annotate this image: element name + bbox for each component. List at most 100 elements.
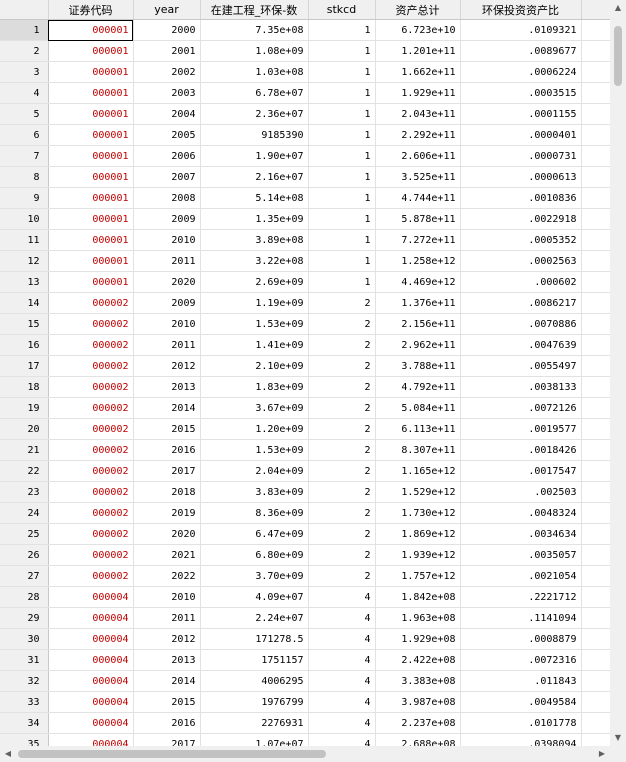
column-header-stkcd[interactable]: stkcd (308, 0, 376, 20)
cell-year[interactable]: 2011 (133, 334, 201, 356)
cell-construction[interactable]: 2276931 (200, 712, 309, 734)
row-number[interactable]: 26 (0, 544, 49, 566)
row-number[interactable]: 16 (0, 334, 49, 356)
row-number[interactable]: 32 (0, 670, 49, 692)
cell-stkcd[interactable]: 2 (308, 418, 376, 440)
cell-ratio[interactable]: .2221712 (460, 586, 582, 608)
cell-construction[interactable]: 6.47e+09 (200, 523, 309, 545)
cell-construction[interactable]: 2.24e+07 (200, 607, 309, 629)
cell-stkcd[interactable]: 4 (308, 691, 376, 713)
cell-ratio[interactable]: .0019577 (460, 418, 582, 440)
cell-stkcd[interactable]: 4 (308, 628, 376, 650)
cell-stkcd[interactable]: 1 (308, 40, 376, 62)
cell-year[interactable]: 2006 (133, 145, 201, 167)
cell-year[interactable]: 2021 (133, 544, 201, 566)
cell-code[interactable]: 000002 (48, 376, 134, 398)
cell-ratio[interactable]: .0047639 (460, 334, 582, 356)
cell-extra[interactable] (581, 565, 610, 587)
cell-total-assets[interactable]: 7.272e+11 (375, 229, 461, 251)
cell-year[interactable]: 2005 (133, 124, 201, 146)
column-header-total-assets[interactable]: 资产总计 (375, 0, 461, 20)
cell-ratio[interactable]: .0010836 (460, 187, 582, 209)
cell-year[interactable]: 2007 (133, 166, 201, 188)
cell-extra[interactable] (581, 334, 610, 356)
cell-stkcd[interactable]: 4 (308, 670, 376, 692)
table-row[interactable]: 4 000001 2003 6.78e+07 1 1.929e+11.0003515 (0, 82, 610, 104)
cell-ratio[interactable]: .0021054 (460, 565, 582, 587)
cell-code[interactable]: 000001 (48, 61, 134, 83)
cell-extra[interactable] (581, 40, 610, 62)
cell-year[interactable]: 2001 (133, 40, 201, 62)
cell-code[interactable]: 000001 (48, 40, 134, 62)
cell-code[interactable]: 000001 (48, 250, 134, 272)
table-row[interactable]: 29 000004 2011 2.24e+07 4 1.963e+08.1141094 (0, 607, 610, 629)
cell-total-assets[interactable]: 1.165e+12 (375, 460, 461, 482)
cell-ratio[interactable]: .0002563 (460, 250, 582, 272)
table-row[interactable]: 32 000004 2014 4006295 4 3.383e+08.011843 (0, 670, 610, 692)
cell-ratio[interactable]: .011843 (460, 670, 582, 692)
cell-extra[interactable] (581, 124, 610, 146)
cell-code[interactable]: 000004 (48, 628, 134, 650)
cell-year[interactable]: 2015 (133, 418, 201, 440)
table-row[interactable]: 8 000001 2007 2.16e+07 1 3.525e+11.0000613 (0, 166, 610, 188)
cell-extra[interactable] (581, 460, 610, 482)
cell-ratio[interactable]: .0070886 (460, 313, 582, 335)
cell-code[interactable]: 000002 (48, 418, 134, 440)
table-row[interactable]: 9 000001 2008 5.14e+08 1 4.744e+11.0010836 (0, 187, 610, 209)
cell-extra[interactable] (581, 355, 610, 377)
table-row[interactable]: 10 000001 2009 1.35e+09 1 5.878e+11.0022918 (0, 208, 610, 230)
cell-extra[interactable] (581, 649, 610, 671)
cell-total-assets[interactable]: 3.987e+08 (375, 691, 461, 713)
cell-ratio[interactable]: .0000401 (460, 124, 582, 146)
row-number[interactable]: 9 (0, 187, 49, 209)
cell-extra[interactable] (581, 208, 610, 230)
cell-stkcd[interactable]: 1 (308, 166, 376, 188)
scroll-down-icon[interactable]: ▼ (610, 730, 626, 746)
cell-construction[interactable]: 1.20e+09 (200, 418, 309, 440)
table-row[interactable]: 15 000002 2010 1.53e+09 2 2.156e+11.0070886 (0, 313, 610, 335)
cell-year[interactable]: 2020 (133, 523, 201, 545)
cell-extra[interactable] (581, 19, 610, 41)
table-row[interactable]: 28 000004 2010 4.09e+07 4 1.842e+08.2221712 (0, 586, 610, 608)
cell-year[interactable]: 2022 (133, 565, 201, 587)
cell-construction[interactable]: 1.53e+09 (200, 439, 309, 461)
cell-year[interactable]: 2011 (133, 250, 201, 272)
cell-code[interactable]: 000002 (48, 460, 134, 482)
cell-code[interactable]: 000002 (48, 544, 134, 566)
row-number[interactable]: 7 (0, 145, 49, 167)
cell-stkcd[interactable]: 2 (308, 460, 376, 482)
cell-total-assets[interactable]: 8.307e+11 (375, 439, 461, 461)
table-row[interactable]: 16 000002 2011 1.41e+09 2 2.962e+11.0047639 (0, 334, 610, 356)
cell-total-assets[interactable]: 2.422e+08 (375, 649, 461, 671)
cell-extra[interactable] (581, 586, 610, 608)
cell-ratio[interactable]: .0005352 (460, 229, 582, 251)
table-row[interactable]: 24 000002 2019 8.36e+09 2 1.730e+12.0048324 (0, 502, 610, 524)
cell-construction[interactable]: 1976799 (200, 691, 309, 713)
cell-construction[interactable]: 3.22e+08 (200, 250, 309, 272)
cell-year[interactable]: 2010 (133, 586, 201, 608)
row-number[interactable]: 28 (0, 586, 49, 608)
scroll-up-icon[interactable]: ▲ (610, 0, 626, 16)
table-row[interactable]: 20 000002 2015 1.20e+09 2 6.113e+11.0019577 (0, 418, 610, 440)
cell-ratio[interactable]: .0003515 (460, 82, 582, 104)
row-number[interactable]: 29 (0, 607, 49, 629)
cell-code[interactable]: 000004 (48, 670, 134, 692)
cell-total-assets[interactable]: 1.929e+08 (375, 628, 461, 650)
cell-year[interactable]: 2019 (133, 502, 201, 524)
cell-stkcd[interactable]: 4 (308, 733, 376, 746)
column-header-ratio[interactable]: 环保投资资产比 (460, 0, 582, 20)
cell-total-assets[interactable]: 1.376e+11 (375, 292, 461, 314)
cell-year[interactable]: 2000 (133, 19, 201, 41)
cell-ratio[interactable]: .0089677 (460, 40, 582, 62)
cell-year[interactable]: 2003 (133, 82, 201, 104)
cell-construction[interactable]: 3.83e+09 (200, 481, 309, 503)
cell-ratio[interactable]: .0022918 (460, 208, 582, 230)
cell-code[interactable]: 000001 (48, 124, 134, 146)
cell-stkcd[interactable]: 2 (308, 334, 376, 356)
cell-extra[interactable] (581, 691, 610, 713)
cell-extra[interactable] (581, 397, 610, 419)
cell-code[interactable]: 000002 (48, 334, 134, 356)
cell-code[interactable]: 000004 (48, 649, 134, 671)
row-number[interactable]: 27 (0, 565, 49, 587)
cell-year[interactable]: 2014 (133, 670, 201, 692)
